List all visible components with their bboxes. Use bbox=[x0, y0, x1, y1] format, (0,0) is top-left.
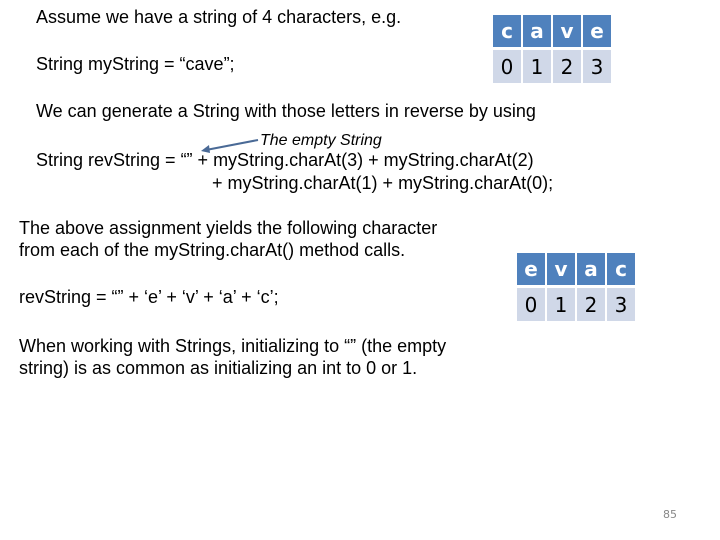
page-number: 85 bbox=[663, 508, 677, 521]
char-cell: c bbox=[607, 253, 635, 285]
note-line-1: When working with Strings, initializing … bbox=[19, 336, 447, 356]
index-cell: 0 bbox=[517, 288, 545, 321]
yields-line-2: from each of the myString.charAt() metho… bbox=[19, 240, 406, 260]
char-cell: a bbox=[577, 253, 605, 285]
char-cell: e bbox=[517, 253, 545, 285]
rev-string-line-1: String revString = “” + myString.charAt(… bbox=[36, 150, 534, 170]
index-cell: 2 bbox=[577, 288, 605, 321]
index-cell: 1 bbox=[547, 288, 575, 321]
char-cell: v bbox=[547, 253, 575, 285]
rev-string-line-2: + myString.charAt(1) + myString.charAt(0… bbox=[212, 173, 554, 193]
rev-result-code: revString = “” + ‘e’ + ‘v’ + ‘a’ + ‘c’; bbox=[19, 287, 279, 307]
arrow-line bbox=[205, 139, 259, 151]
reversed-char-table: e v a c 0 1 2 3 bbox=[517, 253, 635, 321]
yields-line-1: The above assignment yields the followin… bbox=[19, 218, 438, 238]
note-line-2: string) is as common as initializing an … bbox=[19, 358, 418, 378]
index-cell: 3 bbox=[607, 288, 635, 321]
